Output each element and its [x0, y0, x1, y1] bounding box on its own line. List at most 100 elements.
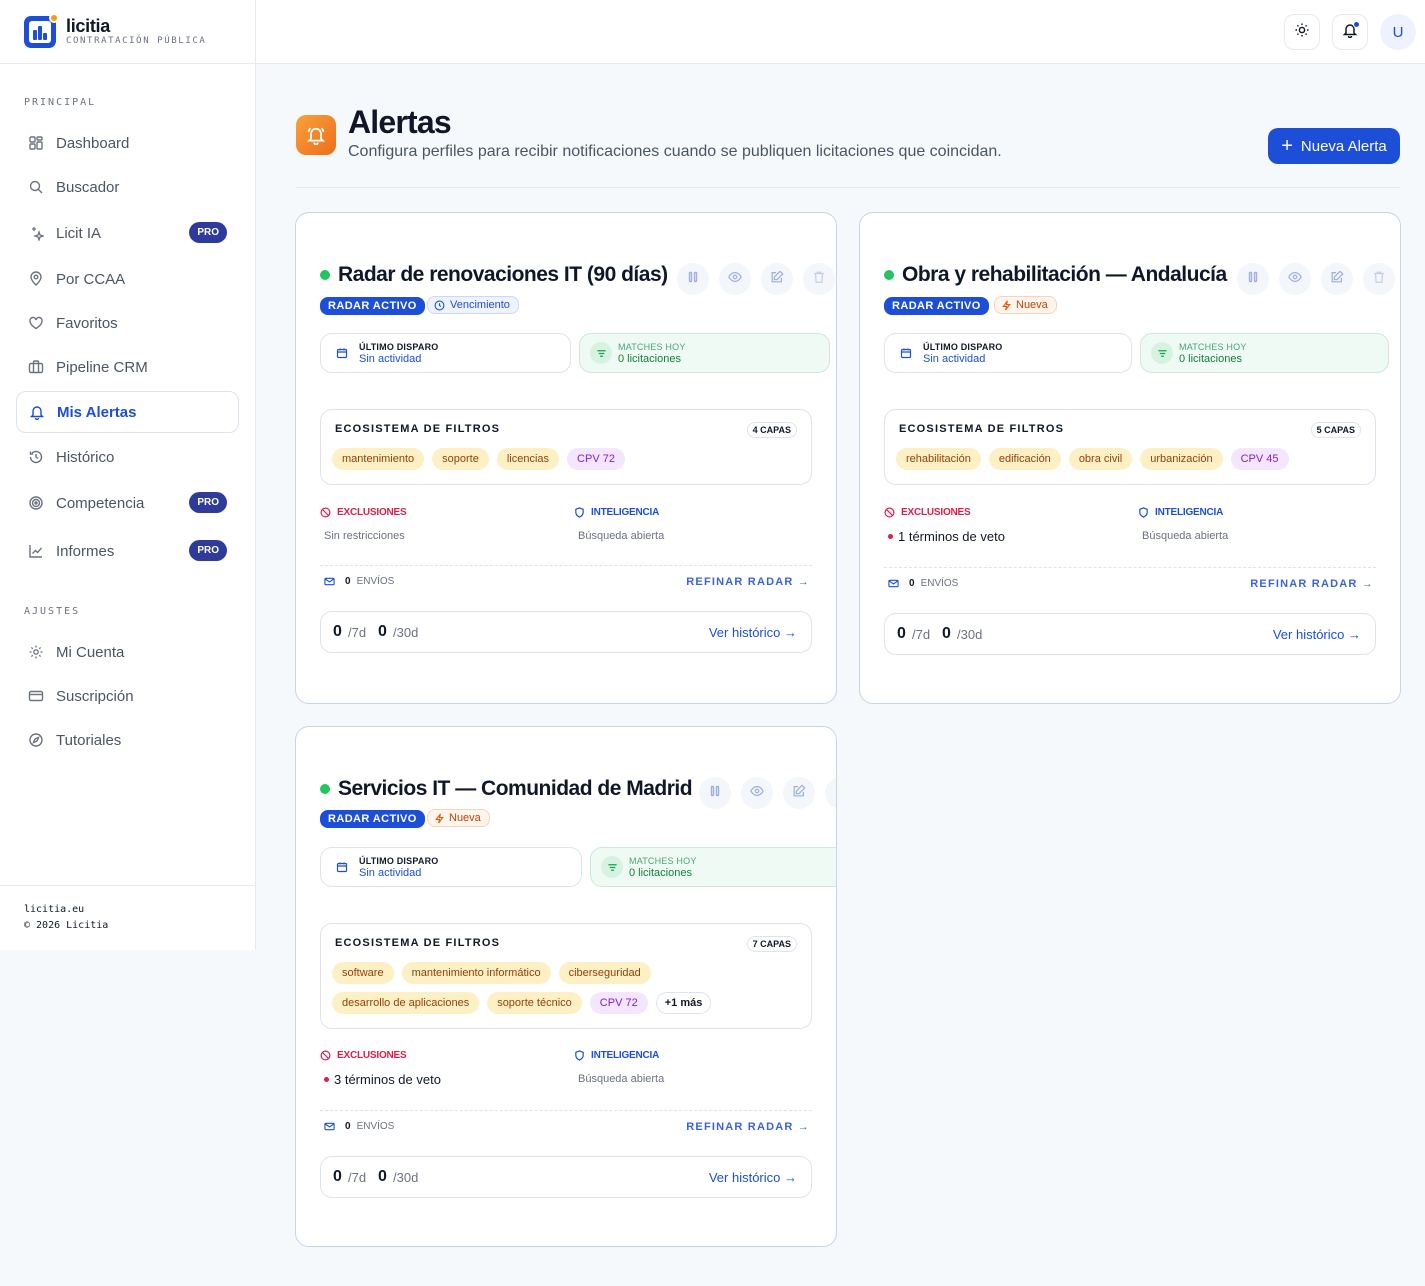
sidebar-item-por-ccaa[interactable]: Por CCAA — [16, 258, 239, 300]
trash-icon — [1372, 270, 1386, 289]
plus-icon: + — [1281, 135, 1293, 157]
refine-radar-link[interactable]: REFINAR RADAR → — [686, 1121, 810, 1133]
sidebar-item-label: Mis Alertas — [57, 403, 137, 421]
filter-chip: ciberseguridad — [558, 962, 651, 984]
filter-chips: desarrollo de aplicaciones soporte técni… — [332, 992, 712, 1014]
exclusions-heading: EXCLUSIONES — [320, 1050, 407, 1061]
notifications-button[interactable] — [1332, 14, 1368, 50]
edit-icon — [1330, 269, 1344, 289]
view-button[interactable] — [741, 777, 773, 809]
ban-icon — [320, 507, 331, 518]
sidebar: licitia CONTRATACIÓN PÚBLICA PRINCIPAL D… — [0, 0, 256, 950]
sidebar-item-mis-alertas[interactable]: Mis Alertas — [16, 391, 239, 433]
status-badge: RADAR ACTIVO — [320, 297, 425, 315]
alert-title: Radar de renovaciones IT (90 días) — [338, 263, 668, 286]
more-chips-button[interactable]: +1 más — [655, 992, 712, 1014]
briefcase-icon — [28, 359, 44, 375]
theme-toggle-button[interactable] — [1284, 14, 1320, 50]
sidebar-item-pipeline-crm[interactable]: Pipeline CRM — [16, 346, 239, 388]
sidebar-item-label: Suscripción — [56, 687, 134, 705]
pause-icon — [709, 784, 721, 802]
sun-icon — [1294, 22, 1310, 43]
refine-radar-link[interactable]: REFINAR RADAR → — [1250, 578, 1374, 590]
exclusions-heading: EXCLUSIONES — [320, 507, 407, 518]
view-history-link[interactable]: Ver histórico → — [709, 625, 797, 640]
trash-icon — [812, 270, 826, 289]
sidebar-item-dashboard[interactable]: Dashboard — [16, 122, 239, 164]
new-alert-label: Nueva Alerta — [1300, 137, 1387, 155]
filters-box: ECOSISTEMA DE FILTROS 4 CAPAS mantenimie… — [320, 409, 812, 485]
sidebar-item-label: Dashboard — [56, 134, 130, 152]
status-badge: RADAR ACTIVO — [884, 297, 989, 315]
sends-number: 0 — [345, 1121, 351, 1132]
view-button[interactable] — [1279, 263, 1311, 295]
brand[interactable]: licitia CONTRATACIÓN PÚBLICA — [0, 0, 256, 64]
divider — [884, 567, 1376, 568]
edit-button[interactable] — [761, 263, 793, 295]
avatar[interactable]: U — [1380, 14, 1416, 50]
month-unit: /30d — [393, 1170, 419, 1185]
edit-button[interactable] — [1321, 263, 1353, 295]
alerts-header-icon — [296, 115, 336, 155]
intelligence-value: Búsqueda abierta — [578, 1073, 665, 1085]
brand-name: licitia — [66, 16, 110, 36]
sidebar-item-informes[interactable]: Informes PRO — [16, 530, 239, 572]
sidebar-item-historico[interactable]: Histórico — [16, 436, 239, 478]
filters-box: ECOSISTEMA DE FILTROS 5 CAPAS rehabilita… — [884, 409, 1376, 485]
map-pin-icon — [28, 271, 44, 287]
bell-icon — [29, 404, 45, 420]
view-history-link[interactable]: Ver histórico → — [1273, 627, 1361, 642]
delete-button[interactable] — [1363, 263, 1395, 295]
last-trigger-label: ÚLTIMO DISPARO — [359, 855, 439, 866]
month-count: 0 — [378, 1168, 387, 1185]
sends-count: 0 ENVÍOS — [888, 578, 958, 589]
sidebar-item-mi-cuenta[interactable]: Mi Cuenta — [16, 631, 239, 673]
new-alert-button[interactable]: + Nueva Alerta — [1268, 128, 1400, 164]
filters-title: ECOSISTEMA DE FILTROS — [335, 423, 501, 435]
sends-number: 0 — [345, 576, 351, 587]
week-unit: /7d — [348, 625, 367, 640]
sidebar-item-buscador[interactable]: Buscador — [16, 166, 239, 208]
status-dot — [320, 270, 330, 280]
search-icon — [28, 179, 44, 195]
sidebar-item-label: Competencia — [56, 494, 145, 512]
edit-icon — [770, 269, 784, 289]
intelligence-value: Búsqueda abierta — [578, 530, 665, 542]
sidebar-item-tutoriales[interactable]: Tutoriales — [16, 719, 239, 761]
line-chart-icon — [28, 543, 44, 559]
filters-title: ECOSISTEMA DE FILTROS — [899, 423, 1065, 435]
header-divider — [296, 187, 1400, 188]
sparkles-icon — [28, 225, 44, 241]
lightning-icon — [1001, 300, 1012, 311]
mail-icon — [888, 578, 899, 589]
view-button[interactable] — [719, 263, 751, 295]
sidebar-item-favoritos[interactable]: Favoritos — [16, 302, 239, 344]
pause-button[interactable] — [1237, 263, 1269, 295]
matches-value: 0 licitaciones — [1179, 352, 1242, 365]
refine-radar-link[interactable]: REFINAR RADAR → — [686, 576, 810, 588]
edit-button[interactable] — [783, 777, 815, 809]
sidebar-item-licit-ia[interactable]: Licit IA PRO — [16, 212, 239, 254]
filter-chips: rehabilitación edificación obra civil ur… — [896, 448, 1289, 470]
delete-button[interactable] — [825, 777, 836, 809]
delete-button[interactable] — [803, 263, 835, 295]
cpv-chip: CPV 72 — [567, 448, 625, 470]
pro-badge: PRO — [189, 492, 227, 513]
pause-button[interactable] — [699, 777, 731, 809]
exclusions-value: Sin restricciones — [324, 530, 405, 542]
view-history-link[interactable]: Ver histórico → — [709, 1170, 797, 1185]
tag-badge: Nueva — [427, 809, 490, 827]
topbar: U — [256, 0, 1425, 64]
divider — [320, 565, 812, 566]
sidebar-item-label: Por CCAA — [56, 270, 126, 288]
lightning-icon — [434, 813, 445, 824]
filter-chip: obra civil — [1068, 448, 1133, 470]
alert-card: Obra y rehabilitación — Andalucía RADAR … — [859, 212, 1401, 704]
tag-label: Nueva — [449, 812, 481, 824]
pause-button[interactable] — [677, 263, 709, 295]
compass-icon — [28, 732, 44, 748]
last-trigger-stat: ÚLTIMO DISPARO Sin actividad — [884, 333, 1132, 373]
sidebar-item-suscripcion[interactable]: Suscripción — [16, 675, 239, 717]
exclusions-label: EXCLUSIONES — [337, 1050, 407, 1061]
sidebar-item-competencia[interactable]: Competencia PRO — [16, 482, 239, 524]
